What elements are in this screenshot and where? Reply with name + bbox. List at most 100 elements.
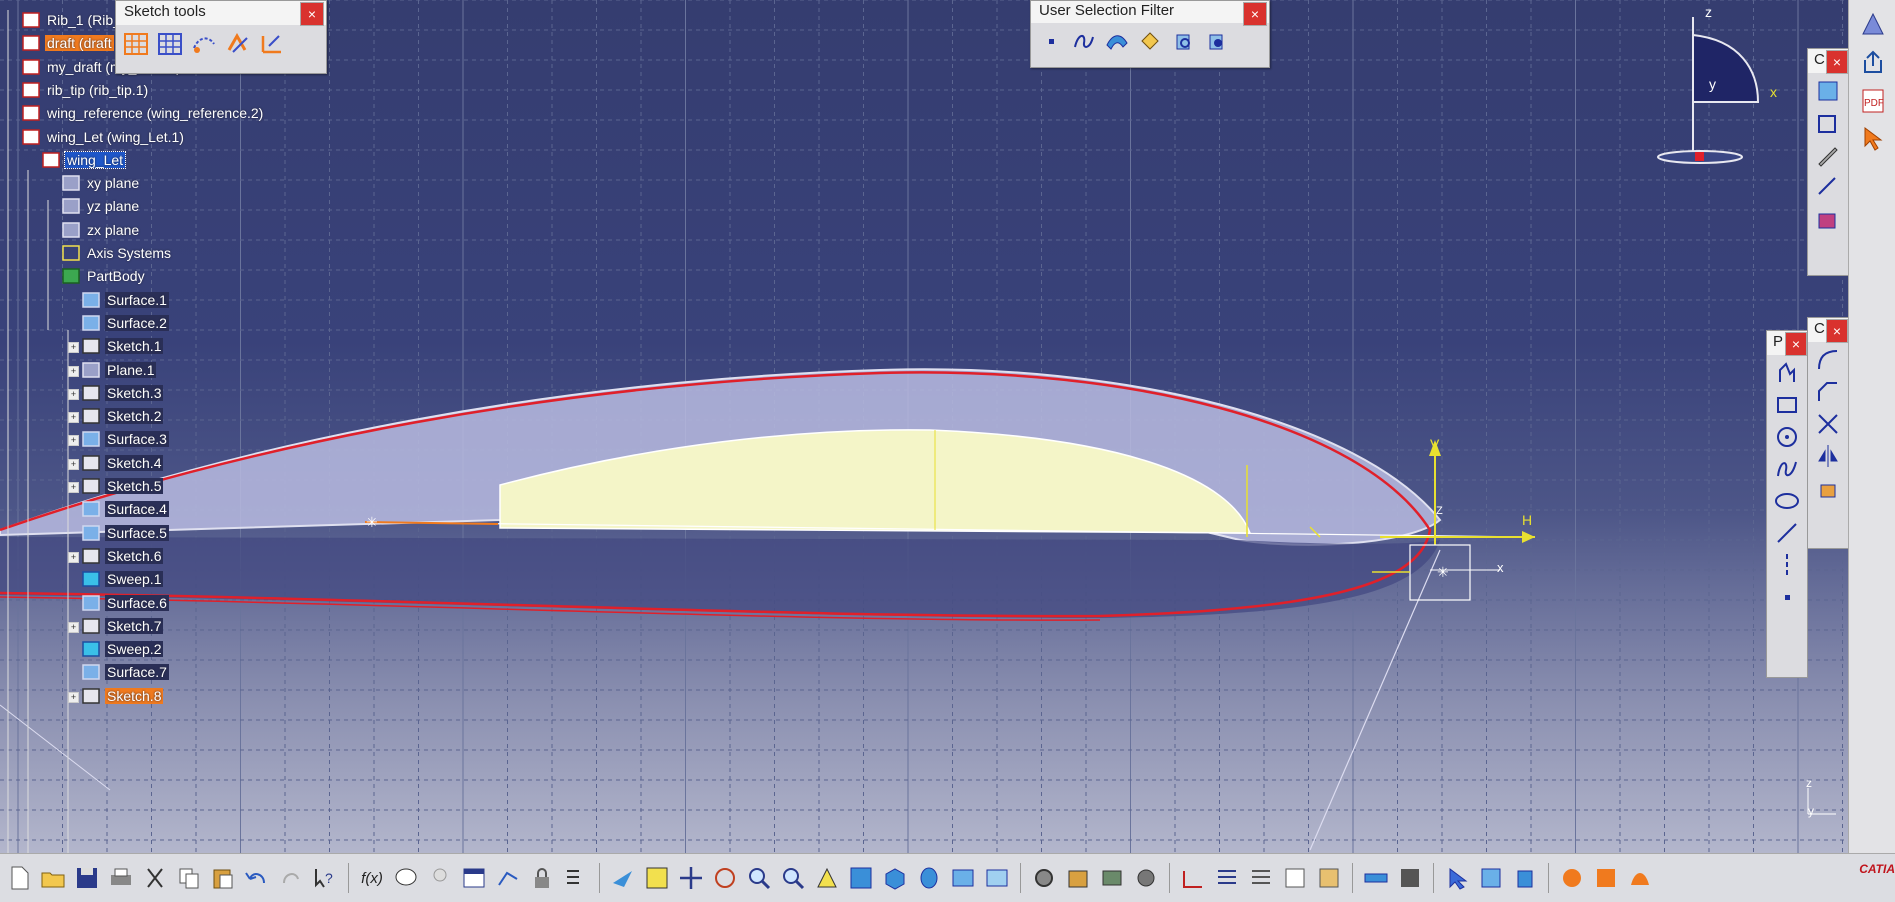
tree-node[interactable]: Surface.4 xyxy=(80,498,169,520)
connection-orange-icon[interactable] xyxy=(1591,863,1621,893)
multi-view-icon[interactable] xyxy=(846,863,876,893)
tools-icon[interactable] xyxy=(1131,863,1161,893)
constraint-tool-icon[interactable] xyxy=(1178,863,1208,893)
line-icon[interactable] xyxy=(1773,519,1801,547)
pencil-edit-icon[interactable] xyxy=(1814,141,1842,169)
catalog-icon[interactable] xyxy=(1063,863,1093,893)
swap-visible-space-icon[interactable] xyxy=(982,863,1012,893)
table-icon[interactable] xyxy=(459,863,489,893)
tree-node[interactable]: yz plane xyxy=(60,195,141,217)
save-icon[interactable] xyxy=(72,863,102,893)
tree-expand-toggle[interactable]: + xyxy=(68,365,79,377)
top-right-mini-toolbar[interactable]: C × xyxy=(1807,48,1848,276)
surface-filter-icon[interactable] xyxy=(1103,27,1131,55)
tree-expand-toggle[interactable]: + xyxy=(68,691,79,703)
fit-all-icon[interactable] xyxy=(642,863,672,893)
sketch-tools-close-button[interactable]: × xyxy=(300,2,324,26)
constraint-icon[interactable] xyxy=(1814,205,1842,233)
tree-node[interactable]: zx plane xyxy=(60,219,141,241)
tree-expand-toggle[interactable]: + xyxy=(68,435,79,447)
point-filter-icon[interactable] xyxy=(1037,27,1065,55)
tree-node[interactable]: rib_tip (rib_tip.1) xyxy=(20,79,150,101)
formula-icon[interactable]: f(x) xyxy=(357,863,387,893)
corner-icon[interactable] xyxy=(1814,346,1842,374)
analysis-orange-icon[interactable] xyxy=(1557,863,1587,893)
tree-expand-toggle[interactable]: + xyxy=(68,551,79,563)
compass[interactable] xyxy=(1650,5,1790,175)
ruler-icon[interactable] xyxy=(1361,863,1391,893)
tree-expand-toggle[interactable]: + xyxy=(68,458,79,470)
tree-node[interactable]: draft (draft xyxy=(20,32,114,54)
tree-node[interactable]: wing_Let xyxy=(40,149,127,171)
operation-toolbar[interactable]: C × xyxy=(1807,317,1848,549)
chamfer-icon[interactable] xyxy=(1814,378,1842,406)
specification-tree[interactable]: Rib_1 (Rib_ draft (draft my_draft (my_draf… xyxy=(0,0,320,853)
dimension-icon[interactable] xyxy=(1814,173,1842,201)
tree-expand-toggle[interactable]: + xyxy=(68,412,79,424)
normal-view-icon[interactable] xyxy=(812,863,842,893)
rotate-icon[interactable] xyxy=(710,863,740,893)
geometrical-element-filter-icon[interactable] xyxy=(1202,27,1230,55)
tree-expand-toggle[interactable]: + xyxy=(68,621,79,633)
tree-node[interactable]: Surface.7 xyxy=(80,661,169,683)
tree-node[interactable]: Sketch.2 xyxy=(80,405,164,427)
light-bulb-icon[interactable] xyxy=(425,863,455,893)
tree-node[interactable]: Surface.2 xyxy=(80,312,169,334)
right-toolbar[interactable]: PDF xyxy=(1848,0,1895,853)
tree-node[interactable]: Sketch.6 xyxy=(80,545,164,567)
construction-element-icon[interactable] xyxy=(190,29,218,57)
3d-viewport[interactable]: ✳ ✳ H V Z x z y x z y Rib_1 (Rib_ draft (… xyxy=(0,0,1848,853)
fly-mode-icon[interactable] xyxy=(608,863,638,893)
operation-toolbar-close-button[interactable]: × xyxy=(1826,319,1848,343)
knowledge-advisor-icon[interactable] xyxy=(391,863,421,893)
list-view-icon[interactable] xyxy=(1246,863,1276,893)
tree-node[interactable]: xy plane xyxy=(60,172,141,194)
dimensional-constraints-icon[interactable] xyxy=(258,29,286,57)
paste-icon[interactable] xyxy=(208,863,238,893)
zoom-out-icon[interactable] xyxy=(778,863,808,893)
snap-to-point-icon[interactable] xyxy=(156,29,184,57)
relations-icon[interactable] xyxy=(493,863,523,893)
parameters-icon[interactable] xyxy=(561,863,591,893)
volume-filter-icon[interactable] xyxy=(1136,27,1164,55)
pdf-icon[interactable]: PDF xyxy=(1859,86,1887,114)
lock-icon[interactable] xyxy=(527,863,557,893)
edit-sketch-icon[interactable] xyxy=(1280,863,1310,893)
tree-node[interactable]: Sketch.1 xyxy=(80,335,164,357)
tree-node[interactable]: Sketch.4 xyxy=(80,452,164,474)
tree-node[interactable]: wing_Let (wing_Let.1) xyxy=(20,126,186,148)
curvature-orange-icon[interactable] xyxy=(1625,863,1655,893)
redo-icon[interactable] xyxy=(276,863,306,893)
trim-icon[interactable] xyxy=(1814,410,1842,438)
sketch-tools-title-bar[interactable]: Sketch tools × xyxy=(116,1,326,26)
undo-icon[interactable] xyxy=(242,863,272,893)
output-feature-icon[interactable] xyxy=(1814,109,1842,137)
profile-toolbar[interactable]: P × xyxy=(1766,330,1808,678)
cut-section-icon[interactable] xyxy=(1476,863,1506,893)
tree-node[interactable]: Sweep.1 xyxy=(80,568,164,590)
whats-this-icon[interactable]: ? xyxy=(310,863,340,893)
zoom-in-icon[interactable] xyxy=(744,863,774,893)
copy-icon[interactable] xyxy=(174,863,204,893)
tree-node[interactable]: Plane.1 xyxy=(80,359,157,381)
pan-icon[interactable] xyxy=(676,863,706,893)
tree-node[interactable]: Surface.6 xyxy=(80,592,169,614)
shading-icon[interactable] xyxy=(914,863,944,893)
top-right-mini-close-button[interactable]: × xyxy=(1826,50,1848,74)
tree-node[interactable]: Sweep.2 xyxy=(80,638,164,660)
export-icon[interactable] xyxy=(1859,48,1887,76)
tree-node[interactable]: Sketch.3 xyxy=(80,382,164,404)
axis-icon[interactable] xyxy=(1773,551,1801,579)
exit-workbench-icon[interactable] xyxy=(1859,10,1887,38)
tree-node[interactable]: Axis Systems xyxy=(60,242,173,264)
tree-node[interactable]: Sketch.8 xyxy=(80,685,164,707)
tree-expand-toggle[interactable]: + xyxy=(68,342,79,354)
tree-node[interactable]: wing_reference (wing_reference.2) xyxy=(20,102,265,124)
cut-icon[interactable] xyxy=(140,863,170,893)
tree-expand-toggle[interactable]: + xyxy=(68,482,79,493)
print-icon[interactable] xyxy=(106,863,136,893)
open-icon[interactable] xyxy=(38,863,68,893)
selection-filter-title-bar[interactable]: User Selection Filter × xyxy=(1031,1,1269,26)
spline-icon[interactable] xyxy=(1773,455,1801,483)
ellipse-icon[interactable] xyxy=(1773,487,1801,515)
